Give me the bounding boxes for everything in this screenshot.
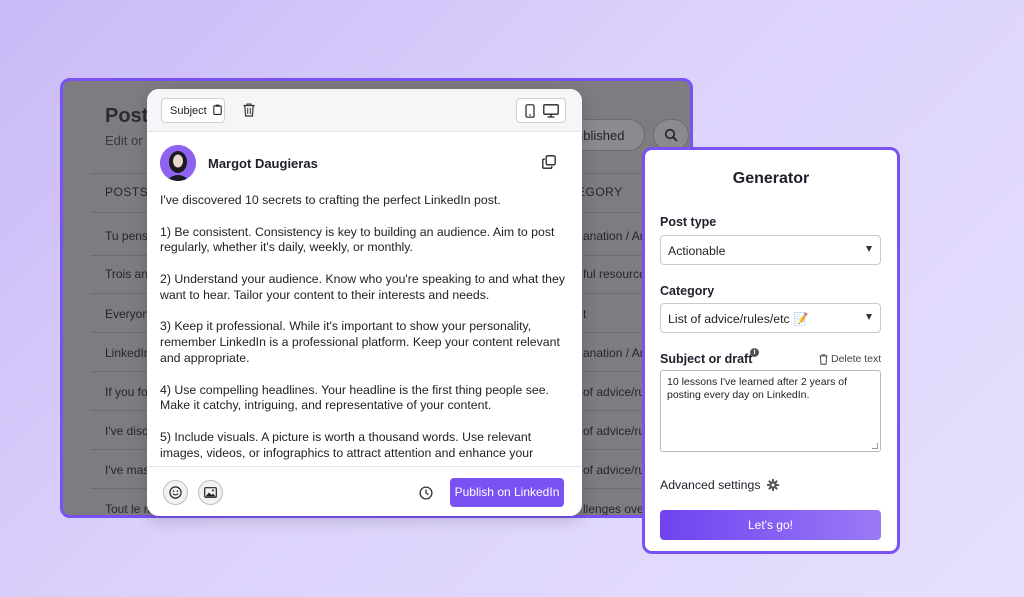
post-paragraph: 4) Use compelling headlines. Your headli… xyxy=(160,382,549,413)
clock-icon xyxy=(419,486,433,500)
table-cell-category: anation / Ar xyxy=(583,229,644,243)
table-cell-category: of advice/ru xyxy=(583,463,646,477)
table-row[interactable]: LinkedIn xyxy=(105,346,150,360)
trash-icon xyxy=(819,353,828,365)
copy-icon xyxy=(542,155,556,169)
subject-button[interactable]: Subject xyxy=(161,98,225,123)
submit-generate-button[interactable]: Let's go! xyxy=(660,510,881,540)
search-icon xyxy=(664,128,678,142)
posts-subtitle: Edit or xyxy=(105,133,143,148)
post-paragraph: 1) Be consistent. Consistency is key to … xyxy=(160,224,555,255)
subject-label: Subject xyxy=(170,105,207,117)
info-icon[interactable]: i xyxy=(750,348,759,357)
delete-text-label: Delete text xyxy=(831,353,882,365)
clipboard-icon xyxy=(213,104,222,115)
column-posts: POSTS xyxy=(105,185,149,199)
chevron-down-icon xyxy=(866,246,872,252)
device-preview-toggle[interactable] xyxy=(516,98,566,123)
desktop-icon[interactable] xyxy=(543,104,559,118)
avatar xyxy=(160,145,196,181)
table-cell-category: t xyxy=(583,307,587,321)
column-category: EGORY xyxy=(577,185,623,199)
table-cell-category: of advice/ru xyxy=(583,385,646,399)
table-row[interactable]: I've disc xyxy=(105,424,148,438)
table-cell-category: anation / Ar xyxy=(583,346,644,360)
copy-button[interactable] xyxy=(542,155,556,174)
schedule-button[interactable] xyxy=(419,486,433,505)
smiley-icon xyxy=(169,486,182,499)
delete-post-button[interactable] xyxy=(243,103,255,122)
post-type-select[interactable]: Actionable xyxy=(660,235,881,265)
chevron-down-icon xyxy=(866,314,872,320)
draft-text: 10 lessons I've learned after 2 years of… xyxy=(667,376,848,401)
image-button[interactable] xyxy=(198,480,223,505)
post-paragraph: 2) Understand your audience. Know who yo… xyxy=(160,271,565,302)
trash-icon xyxy=(243,103,255,117)
delete-text-button[interactable]: Delete text xyxy=(819,353,881,365)
subject-draft-textarea[interactable]: 10 lessons I've learned after 2 years of… xyxy=(660,370,881,452)
category-select[interactable]: List of advice/rules/etc 📝 xyxy=(660,303,881,333)
table-cell-category: of advice/ru xyxy=(583,424,646,438)
category-label: Category xyxy=(660,284,715,298)
post-type-value: Actionable xyxy=(668,244,726,258)
author-name: Margot Daugieras xyxy=(208,156,318,171)
resize-handle[interactable] xyxy=(872,443,878,449)
post-paragraph: 3) Keep it professional. While it's impo… xyxy=(160,319,560,365)
generator-title: Generator xyxy=(732,170,810,187)
advanced-settings-toggle[interactable]: Advanced settings xyxy=(660,478,779,492)
advanced-settings-label: Advanced settings xyxy=(660,478,761,492)
post-paragraph: 5) Include visuals. A picture is worth a… xyxy=(160,429,534,460)
generator-panel: Generator Post type Actionable Category … xyxy=(642,147,900,554)
table-row[interactable]: If you fo xyxy=(105,385,148,399)
table-row[interactable]: Trois an xyxy=(105,267,148,281)
table-row[interactable]: Everyon xyxy=(105,307,149,321)
post-type-label: Post type xyxy=(660,215,717,229)
post-editor: Subject Margot Daugieras I've discovered… xyxy=(147,89,582,516)
subject-draft-label: Subject or draft xyxy=(660,352,753,366)
table-row[interactable]: I've mas xyxy=(105,463,149,477)
table-cell-category: llenges over xyxy=(583,502,648,516)
category-value: List of advice/rules/etc 📝 xyxy=(668,312,809,326)
post-content[interactable]: I've discovered 10 secrets to crafting t… xyxy=(160,193,570,461)
emoji-button[interactable] xyxy=(163,480,188,505)
gear-icon xyxy=(766,479,779,491)
table-cell-category: ful resource xyxy=(583,267,646,281)
image-icon xyxy=(204,487,217,498)
mobile-icon[interactable] xyxy=(525,104,535,118)
post-paragraph: I've discovered 10 secrets to crafting t… xyxy=(160,193,501,207)
publish-button[interactable]: Publish on LinkedIn xyxy=(450,478,564,507)
